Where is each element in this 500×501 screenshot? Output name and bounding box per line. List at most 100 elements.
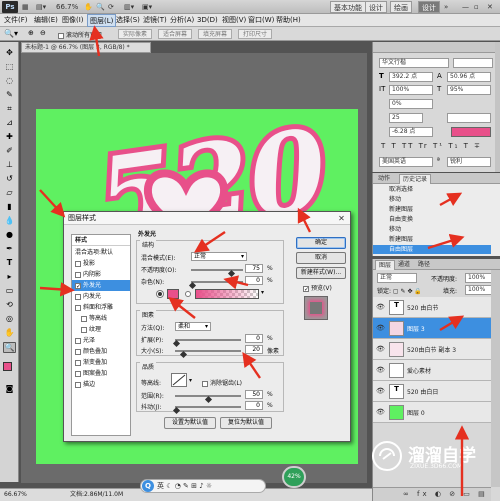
vertical-scale-field[interactable]: 100% xyxy=(389,85,433,95)
range-slider-knob[interactable] xyxy=(204,395,213,404)
chevron-down-icon[interactable]: ▾ xyxy=(189,377,192,384)
opacity-slider[interactable] xyxy=(191,269,243,271)
hand-tool-icon[interactable]: ✋ xyxy=(84,2,93,12)
hand-tool-icon[interactable]: ✋ xyxy=(3,328,16,339)
history-item[interactable]: 取消选择 xyxy=(373,185,491,194)
fill-screen-button[interactable]: 填充屏幕 xyxy=(198,29,233,39)
dialog-close-icon[interactable]: ✕ xyxy=(336,214,347,223)
opacity-value[interactable]: 75 xyxy=(245,264,263,273)
style-item-inner-glow[interactable]: 内发光 xyxy=(72,291,130,302)
healing-tool-icon[interactable]: ✚ xyxy=(3,132,16,143)
view-extras-icon[interactable]: ▤▾ xyxy=(36,2,46,12)
workspace-essentials-button[interactable]: 基本功能 xyxy=(330,1,366,13)
chevron-down-icon[interactable]: ▾ xyxy=(261,289,264,296)
font-size-field[interactable]: 392.2 点 xyxy=(389,72,433,82)
method-select[interactable]: 柔和 ▾ xyxy=(175,322,211,331)
style-item-outer-glow[interactable]: ✓ 外发光 xyxy=(72,280,130,291)
3d-orbit-tool-icon[interactable]: ◎ xyxy=(3,314,16,325)
marquee-tool-icon[interactable]: ⬚ xyxy=(3,62,16,73)
jitter-slider[interactable] xyxy=(175,406,241,408)
zoom-tool-icon[interactable]: 🔍 xyxy=(96,2,105,12)
crop-tool-icon[interactable]: ⌗ xyxy=(3,104,16,115)
layer-row[interactable]: 👁 520由白节 副本 3 xyxy=(373,339,491,360)
style-item-color-overlay[interactable]: 颜色叠加 xyxy=(72,346,130,357)
spread-value[interactable]: 0 xyxy=(245,334,263,343)
text-color-swatch[interactable] xyxy=(451,127,491,137)
zoom-in-icon[interactable]: ⊕ xyxy=(28,29,34,37)
make-default-button[interactable]: 设置为默认值 xyxy=(164,417,216,429)
layers-panel-footer-icons[interactable]: ∞ fx ◐ ⊘ ▭ ▤ 🗑 xyxy=(373,487,491,501)
3d-rotate-tool-icon[interactable]: ⟲ xyxy=(3,300,16,311)
menu-window[interactable]: 窗口(W) xyxy=(246,14,276,27)
noise-slider-knob[interactable] xyxy=(188,281,197,290)
jitter-slider-knob[interactable] xyxy=(172,406,181,415)
input-method-bar[interactable]: Q 英 ☾ ◔ ✎ ⊞ ♪ ☼ xyxy=(140,479,266,493)
antialias-checkbox[interactable]: 消除锯齿(L) xyxy=(199,378,242,387)
gradient-radio[interactable] xyxy=(185,291,191,297)
lasso-tool-icon[interactable]: ◌ xyxy=(3,76,16,87)
arrange-documents-icon[interactable]: ▥▾ xyxy=(124,2,134,12)
contour-picker[interactable] xyxy=(171,373,187,387)
history-brush-icon[interactable]: ↺ xyxy=(3,174,16,185)
menu-layer[interactable]: 图层(L) xyxy=(87,14,117,27)
style-item-pattern-overlay[interactable]: 图案叠加 xyxy=(72,368,130,379)
workspace-design-button[interactable]: 设计 xyxy=(365,1,387,13)
eye-icon[interactable]: 👁 xyxy=(376,387,385,395)
style-item-drop-shadow[interactable]: 投影 xyxy=(72,258,130,269)
layer-blend-mode-select[interactable]: 正常 xyxy=(377,273,417,283)
opacity-slider-knob[interactable] xyxy=(227,269,236,278)
eye-icon[interactable]: 👁 xyxy=(376,408,385,416)
new-style-button[interactable]: 新建样式(W)... xyxy=(296,267,346,279)
layer-row[interactable]: 👁 爱心素材 xyxy=(373,360,491,381)
menu-3d[interactable]: 3D(D) xyxy=(195,14,220,27)
glow-gradient-swatch[interactable] xyxy=(195,289,259,299)
tab-actions[interactable]: 动作 xyxy=(375,174,393,184)
text-style-buttons[interactable]: T T TT Tr T¹ T₁ T ∓ xyxy=(381,142,482,150)
eye-icon[interactable]: 👁 xyxy=(376,366,385,374)
gradient-tool-icon[interactable]: ▮ xyxy=(3,202,16,213)
leading-field[interactable]: 50.96 点 xyxy=(447,72,491,82)
layer-row-selected[interactable]: 👁 图层 3 xyxy=(373,318,491,339)
rotate-view-icon[interactable]: ⟳ xyxy=(108,2,114,12)
size-value[interactable]: 20 xyxy=(245,345,263,354)
brush-tool-icon[interactable]: ✐ xyxy=(3,146,16,157)
workspace-painting-button[interactable]: 绘画 xyxy=(390,1,412,13)
history-item[interactable]: 自由变换 xyxy=(373,215,491,224)
type-tool-icon[interactable]: T xyxy=(3,258,16,269)
eyedropper-tool-icon[interactable]: ⊿ xyxy=(3,118,16,129)
tab-paths[interactable]: 路径 xyxy=(415,260,433,270)
preview-checkbox[interactable]: ✓ 预览(V) xyxy=(300,283,332,292)
menu-help[interactable]: 帮助(H) xyxy=(274,14,303,27)
workspace-more-icon[interactable]: » xyxy=(444,2,448,12)
styles-header[interactable]: 样式 xyxy=(72,235,130,246)
eraser-tool-icon[interactable]: ▱ xyxy=(3,188,16,199)
spread-slider-knob[interactable] xyxy=(172,339,181,348)
menu-filter[interactable]: 滤镜(T) xyxy=(141,14,169,27)
blending-options-item[interactable]: 混合选项:默认 xyxy=(72,247,130,258)
layer-row[interactable]: 👁 T 520 由白节 xyxy=(373,297,491,318)
blur-tool-icon[interactable]: 💧 xyxy=(3,216,16,227)
history-item[interactable]: 新建图层 xyxy=(373,235,491,244)
eye-icon[interactable]: 👁 xyxy=(376,303,385,311)
menu-analysis[interactable]: 分析(A) xyxy=(168,14,196,27)
close-icon[interactable]: ✕ xyxy=(487,2,493,12)
lock-icons[interactable]: 锁定: ▢ ✎ ✥ 🔒 xyxy=(377,286,422,295)
baseline-shift-field[interactable]: -6.28 点 xyxy=(389,127,433,137)
screen-mode-icon[interactable]: ▣▾ xyxy=(142,2,152,12)
layer-fill-field[interactable]: 100% xyxy=(465,285,493,295)
solid-color-radio[interactable] xyxy=(157,291,163,297)
language-select[interactable]: 美国英语 xyxy=(379,157,433,167)
style-item-inner-shadow[interactable]: 内阴影 xyxy=(72,269,130,280)
document-tab[interactable]: 未标题-1 @ 66.7% (图层 3, RGB/8) * xyxy=(21,42,151,53)
tab-layers[interactable]: 图层 xyxy=(375,260,396,270)
style-item-gradient-overlay[interactable]: 渐变叠加 xyxy=(72,357,130,368)
style-item-bevel[interactable]: 斜面和浮雕 xyxy=(72,302,130,313)
minimize-icon[interactable]: — xyxy=(462,2,469,12)
fit-screen-button[interactable]: 适合屏幕 xyxy=(158,29,193,39)
bridge-icon[interactable]: ▦ xyxy=(22,2,29,12)
eye-icon[interactable]: 👁 xyxy=(376,345,385,353)
horizontal-scale-field[interactable]: 95% xyxy=(447,85,491,95)
tab-channels[interactable]: 通道 xyxy=(395,260,413,270)
actual-pixels-button[interactable]: 实际像素 xyxy=(118,29,153,39)
eye-icon[interactable]: 👁 xyxy=(376,324,385,332)
